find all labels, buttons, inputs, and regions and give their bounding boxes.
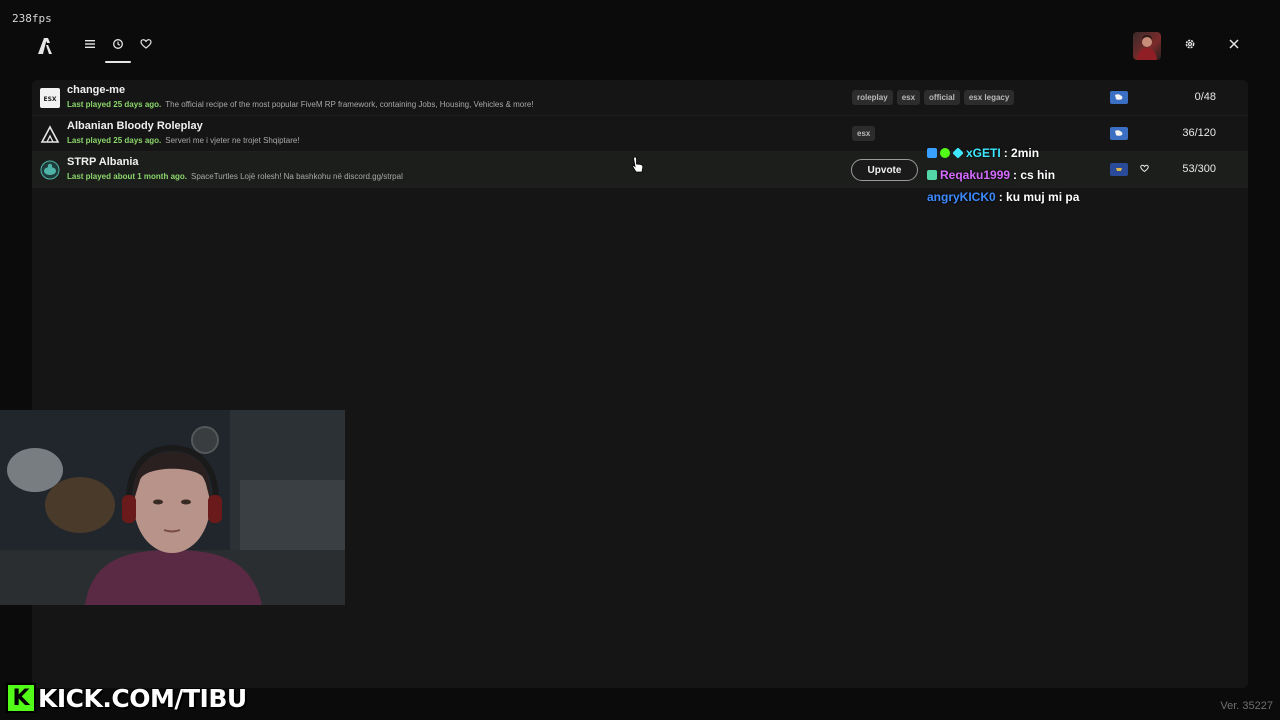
tag[interactable]: esx xyxy=(896,90,921,105)
close-icon xyxy=(1228,37,1240,55)
stream-chat-overlay: xGETI : 2min Reqaku1999 : cs hin angryKI… xyxy=(927,142,1079,208)
settings-icon xyxy=(1184,37,1196,55)
webcam-overlay xyxy=(0,410,345,605)
chat-message: xGETI : 2min xyxy=(927,142,1079,164)
server-description: SpaceTurtles Lojë rolesh! Na bashkohu në… xyxy=(191,172,403,181)
server-name: STRP Albania xyxy=(67,156,139,168)
turtle-logo-icon xyxy=(40,160,60,180)
tag[interactable]: roleplay xyxy=(852,90,893,105)
last-played: Last played about 1 month ago. xyxy=(67,172,188,181)
gem-icon xyxy=(952,147,964,159)
server-name: change-me xyxy=(67,84,126,96)
flag-icon xyxy=(1110,127,1128,140)
version-label: Ver. 35227 xyxy=(1220,700,1273,712)
badge-icon xyxy=(927,170,937,180)
user-avatar[interactable] xyxy=(1133,32,1161,60)
flag-icon xyxy=(1110,91,1128,104)
fivem-logo-icon xyxy=(40,124,60,144)
kick-logo-icon: K xyxy=(6,683,36,713)
nav-history-button[interactable] xyxy=(105,34,131,63)
player-count: 36/120 xyxy=(1182,127,1216,139)
heart-icon xyxy=(140,37,152,55)
chat-message: angryKICK0 : ku muj mi pa xyxy=(927,186,1079,208)
player-count: 53/300 xyxy=(1182,163,1216,175)
nav-servers-button[interactable] xyxy=(77,34,103,58)
tag[interactable]: official xyxy=(924,90,960,105)
kick-channel-url: KICK.COM/TIBU xyxy=(37,683,248,714)
last-played: Last played 25 days ago. xyxy=(67,136,162,145)
menu-icon xyxy=(84,37,96,55)
chat-message: Reqaku1999 : cs hin xyxy=(927,164,1079,186)
nav-favorites-button[interactable] xyxy=(133,34,159,58)
svg-text:ESX: ESX xyxy=(43,96,56,103)
kick-watermark: K KICK.COM/TIBU xyxy=(6,682,248,714)
chat-text: : 2min xyxy=(1003,146,1040,160)
chat-text: : ku muj mi pa xyxy=(998,190,1080,204)
verified-icon xyxy=(940,148,950,158)
close-button[interactable] xyxy=(1222,34,1246,58)
server-tags: esx xyxy=(852,126,876,141)
server-tags: roleplay esx official esx legacy xyxy=(852,90,1015,105)
chat-username: xGETI xyxy=(966,146,1001,160)
heart-icon xyxy=(1139,160,1149,178)
server-description: Serveri me i vjeter ne trojet Shqiptare! xyxy=(165,136,300,145)
server-description: The official recipe of the most popular … xyxy=(165,100,534,109)
chat-username: Reqaku1999 xyxy=(940,168,1011,182)
settings-button[interactable] xyxy=(1178,34,1202,58)
chat-username: angryKICK0 xyxy=(927,190,996,204)
hand-cursor-icon xyxy=(632,156,644,179)
flag-icon xyxy=(1110,163,1128,176)
favorite-button[interactable] xyxy=(1138,162,1150,176)
upvote-button[interactable]: Upvote xyxy=(851,159,918,181)
tag[interactable]: esx xyxy=(852,126,876,141)
tag[interactable]: esx legacy xyxy=(963,90,1015,105)
badge-icon xyxy=(927,148,937,158)
top-bar xyxy=(0,30,1280,63)
server-name: Albanian Bloody Roleplay xyxy=(67,120,203,132)
fivem-logo-icon[interactable] xyxy=(36,36,56,56)
last-played: Last played 25 days ago. xyxy=(67,100,162,109)
server-row-change-me[interactable]: ESX change-me Last played 25 days ago. Th… xyxy=(32,80,1248,116)
fps-counter: 238fps xyxy=(12,12,52,25)
esx-logo-icon: ESX xyxy=(40,88,60,108)
player-count: 0/48 xyxy=(1194,91,1216,103)
history-icon xyxy=(112,37,124,55)
chat-text: : cs hin xyxy=(1013,168,1056,182)
